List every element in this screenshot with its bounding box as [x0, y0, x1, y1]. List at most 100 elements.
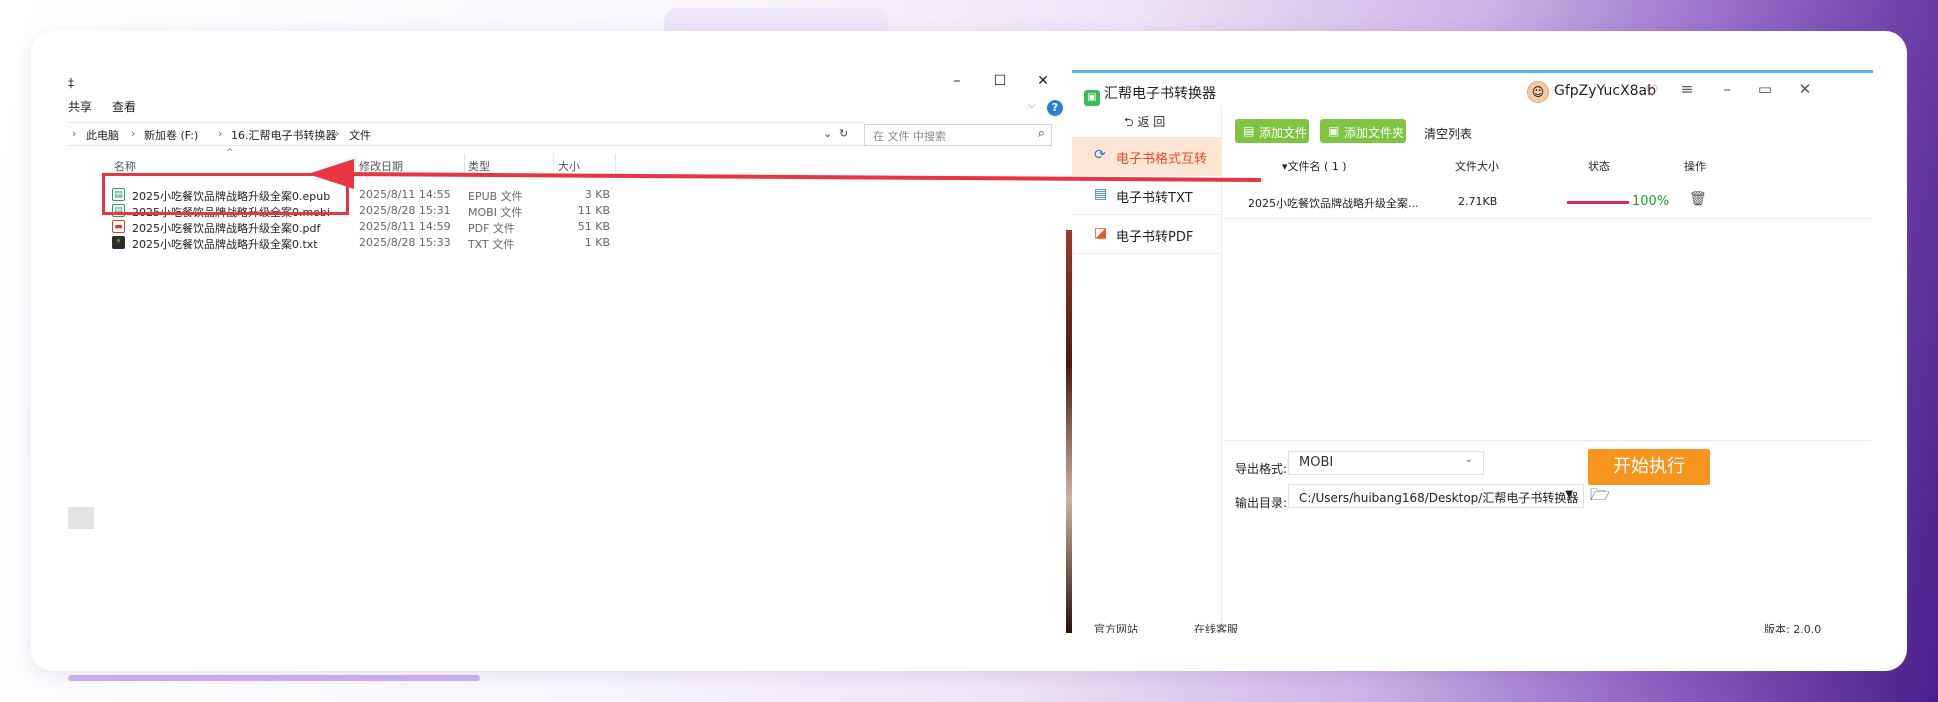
sidebar-item-label: 电子书格式互转: [1116, 152, 1208, 167]
export-format-value: MOBI: [1299, 455, 1334, 470]
output-dir-select[interactable]: C:/Users/huibang168/Desktop/汇帮电子书转换器 ▼: [1288, 484, 1584, 508]
scroll-indicator[interactable]: [68, 675, 480, 681]
ribbon-tab-view[interactable]: 查看: [112, 98, 136, 115]
file-date: 2025/8/28 15:31: [359, 204, 451, 217]
row-divider: [1224, 218, 1871, 219]
back-button[interactable]: ⮌ 返 回: [1124, 113, 1165, 134]
version-text: 版本: 2.0.0: [1764, 623, 1822, 633]
breadcrumb-item[interactable]: 新加卷 (F:): [144, 127, 198, 143]
column-header-type[interactable]: 类型: [468, 158, 490, 174]
output-dir-label: 输出目录:: [1235, 496, 1288, 510]
chevron-right-icon: ›: [335, 127, 340, 140]
chevron-right-icon: ›: [218, 127, 223, 140]
column-header-date[interactable]: 修改日期: [359, 158, 403, 174]
file-type: TXT 文件: [468, 238, 515, 251]
close-icon[interactable]: ✕: [1028, 70, 1058, 92]
app-title-text: 汇帮电子书转换器: [1104, 86, 1216, 102]
file-explorer-window: ‡ – ☐ ✕ 共享 查看 ⌵ ? › 此电脑 › 新加卷 (F:) › 16.…: [68, 70, 1066, 633]
app-logo-icon: ▣: [1084, 90, 1100, 106]
add-folder-button[interactable]: ▣ 添加文件夹: [1320, 119, 1406, 143]
sort-caret-icon: ^: [226, 148, 234, 158]
breadcrumb-item[interactable]: 此电脑: [86, 127, 119, 143]
converter-window: ▣ 汇帮电子书转换器 ☺ GfpZyYucX8ab ♡ ≡ – ▭ ✕ ⮌ 返 回…: [1072, 70, 1873, 633]
username[interactable]: GfpZyYucX8ab: [1554, 83, 1656, 99]
sidebar-item-to-pdf[interactable]: ◪ 电子书转PDF: [1072, 215, 1222, 254]
column-divider[interactable]: [615, 154, 616, 176]
clear-list-button[interactable]: 清空列表: [1424, 125, 1472, 142]
progress-bar: [1567, 201, 1629, 204]
column-divider[interactable]: [553, 154, 554, 176]
scroll-thumb[interactable]: [68, 507, 94, 529]
breadcrumb-item[interactable]: 16.汇帮电子书转换器: [231, 127, 337, 143]
chevron-down-icon[interactable]: ⌄: [823, 127, 832, 140]
ribbon-tab-share[interactable]: 共享: [68, 98, 92, 115]
file-date: 2025/8/11 14:55: [359, 188, 451, 201]
txt-icon: ⚡: [112, 236, 125, 249]
search-input[interactable]: 在 文件 中搜索 ⌕: [864, 124, 1052, 146]
screenshot-area: ‡ – ☐ ✕ 共享 查看 ⌵ ? › 此电脑 › 新加卷 (F:) › 16.…: [68, 70, 1873, 633]
address-bar[interactable]: › 此电脑 › 新加卷 (F:) › 16.汇帮电子书转换器 › 文件 ⌄ ↻: [68, 122, 863, 146]
maximize-icon[interactable]: ☐: [985, 70, 1015, 92]
highlight-box: [102, 173, 349, 215]
column-header-name[interactable]: 名称: [114, 158, 136, 174]
file-size: 11 KB: [577, 204, 610, 217]
menu-icon[interactable]: ≡: [1674, 80, 1700, 98]
chevron-right-icon: ›: [72, 127, 77, 140]
file-date: 2025/8/11 14:59: [359, 220, 451, 233]
add-folder-label: 添加文件夹: [1344, 126, 1405, 140]
refresh-icon: ⟳: [1094, 147, 1106, 163]
add-file-icon: ▤: [1243, 124, 1255, 138]
bottom-divider: [1224, 440, 1871, 441]
search-icon: ⌕: [1037, 126, 1045, 141]
chevron-right-icon: ›: [131, 127, 136, 140]
sidebar-item-format-convert[interactable]: ⟳ 电子书格式互转: [1072, 137, 1222, 176]
output-dir-value: C:/Users/huibang168/Desktop/汇帮电子书转换器: [1299, 491, 1579, 505]
minimize-icon[interactable]: –: [1714, 80, 1740, 98]
add-folder-icon: ▣: [1328, 124, 1340, 138]
row-filesize: 2.71KB: [1458, 195, 1498, 208]
close-icon[interactable]: ✕: [1792, 80, 1818, 98]
file-size: 3 KB: [584, 188, 610, 201]
status-percent: 100%: [1632, 194, 1670, 209]
back-label: 返 回: [1137, 115, 1166, 129]
search-placeholder: 在 文件 中搜索: [873, 130, 946, 143]
column-header-filesize: 文件大小: [1455, 160, 1499, 173]
file-name: 2025小吃餐饮品牌战略升级全案0.txt: [132, 238, 318, 251]
vip-diamond-icon[interactable]: ♡: [1645, 82, 1658, 100]
pdf-doc-icon: ◪: [1094, 225, 1108, 241]
column-header-size[interactable]: 大小: [558, 158, 580, 174]
caret-down-icon: ▼: [1565, 489, 1573, 500]
sidebar: ⮌ 返 回 ⟳ 电子书格式互转 ▤ 电子书转TXT ◪ 电子书转PDF: [1072, 107, 1222, 633]
column-header-status: 状态: [1588, 160, 1610, 173]
refresh-icon[interactable]: ↻: [839, 127, 848, 140]
avatar[interactable]: ☺: [1527, 81, 1549, 103]
file-row[interactable]: ⚡ 2025小吃餐饮品牌战略升级全案0.txt 2025/8/28 15:33 …: [112, 234, 752, 252]
back-arrow-icon: ⮌: [1124, 115, 1138, 129]
start-button[interactable]: 开始执行: [1588, 449, 1710, 485]
official-site-link[interactable]: 官方网站: [1094, 621, 1138, 633]
sidebar-item-to-txt[interactable]: ▤ 电子书转TXT: [1072, 176, 1222, 215]
export-format-select[interactable]: MOBI ⌄: [1288, 451, 1484, 475]
breadcrumb-item[interactable]: 文件: [349, 127, 371, 143]
column-header-filename[interactable]: ▾文件名 ( 1 ): [1282, 158, 1347, 174]
file-size: 1 KB: [584, 236, 610, 249]
txt-doc-icon: ▤: [1094, 186, 1108, 202]
app-title: ▣ 汇帮电子书转换器: [1084, 83, 1216, 106]
sidebar-item-label: 电子书转TXT: [1116, 191, 1193, 206]
progress-fill: [1567, 201, 1629, 204]
column-divider[interactable]: [355, 154, 356, 176]
chevron-down-icon[interactable]: ⌵: [1028, 100, 1036, 111]
file-date: 2025/8/28 15:33: [359, 236, 451, 249]
minimize-icon[interactable]: –: [942, 70, 972, 92]
trash-icon[interactable]: 🗑: [1689, 191, 1707, 207]
column-header-action: 操作: [1684, 160, 1706, 173]
column-divider[interactable]: [464, 154, 465, 176]
add-file-button[interactable]: ▤ 添加文件: [1235, 119, 1309, 143]
explorer-title: ‡: [68, 76, 74, 90]
help-icon[interactable]: ?: [1047, 100, 1063, 116]
sidebar-item-label: 电子书转PDF: [1116, 230, 1194, 245]
pdf-icon: ▬: [112, 220, 125, 233]
maximize-icon[interactable]: ▭: [1752, 80, 1778, 98]
folder-open-icon[interactable]: 🗁: [1590, 484, 1610, 511]
online-support-link[interactable]: 在线客服: [1194, 621, 1238, 633]
